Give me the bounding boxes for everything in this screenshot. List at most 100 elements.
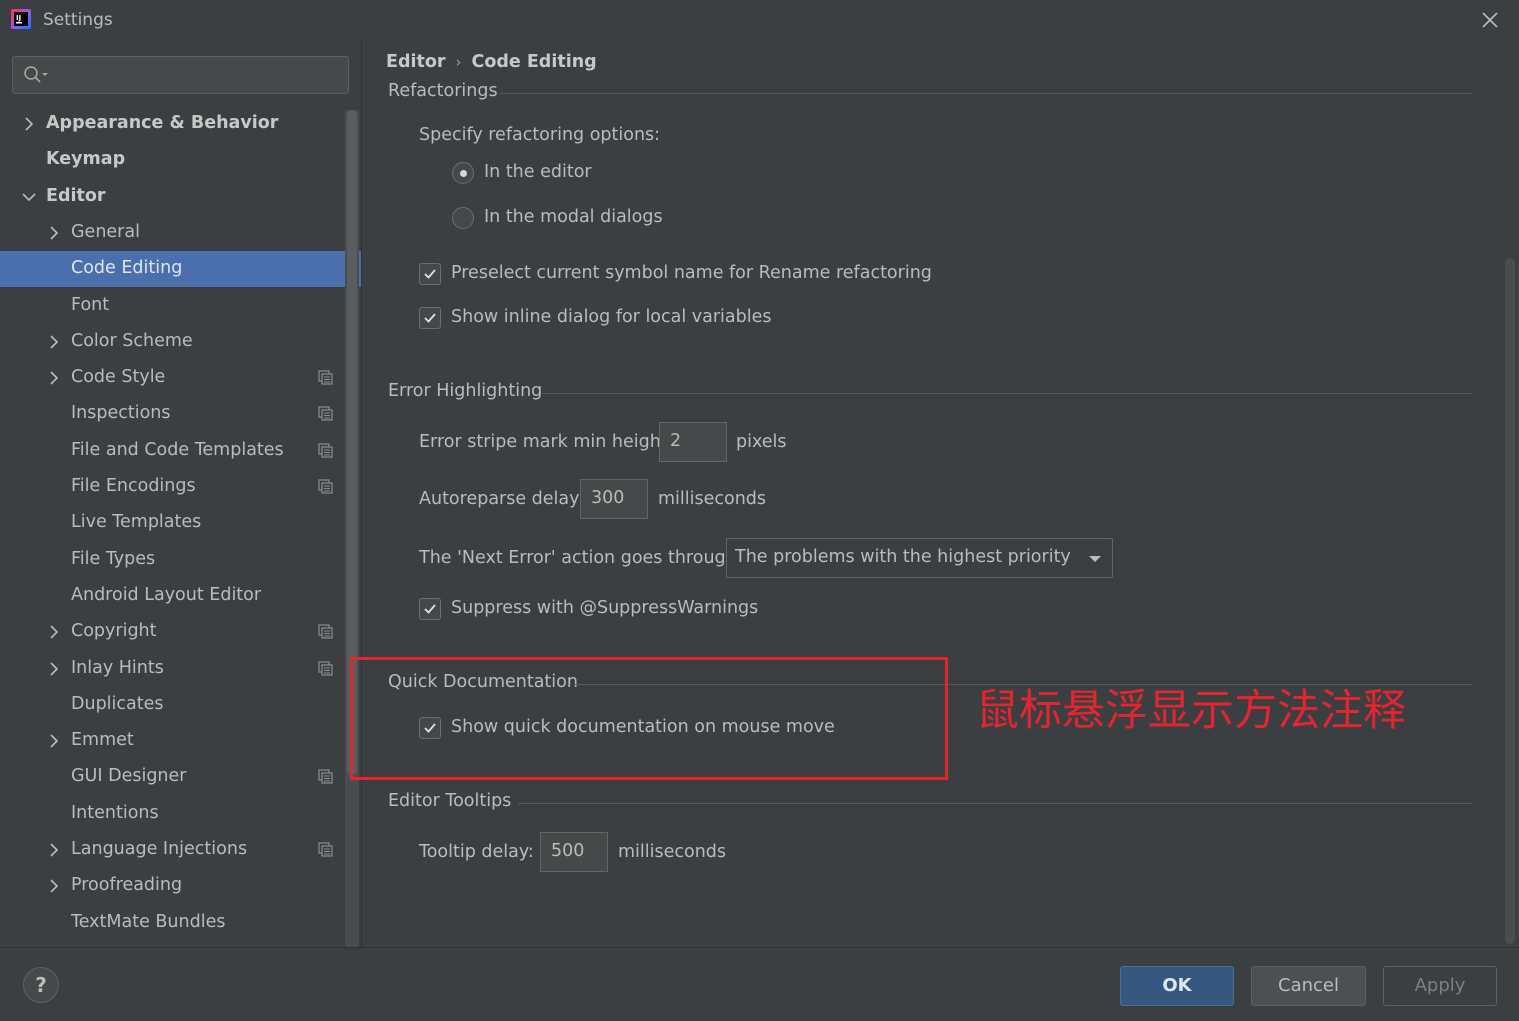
sidebar-item-proofreading[interactable]: Proofreading [0, 868, 361, 904]
sidebar-item-label: Copyright [71, 621, 157, 642]
chevron-right-icon[interactable] [47, 334, 61, 350]
sidebar-item-label: Intentions [71, 802, 159, 823]
sidebar-item-code-style[interactable]: Code Style [0, 360, 361, 396]
sidebar-item-label: Duplicates [71, 693, 164, 714]
project-level-icon [318, 479, 333, 494]
autoreparse-delay-input[interactable]: 300 [580, 479, 648, 519]
project-level-icon [318, 624, 333, 639]
search-input[interactable] [53, 61, 343, 89]
ok-button[interactable]: OK [1120, 966, 1234, 1006]
sidebar-item-label: Emmet [71, 730, 134, 751]
sidebar-item-color-scheme[interactable]: Color Scheme [0, 324, 361, 360]
content-scrollbar[interactable] [1505, 258, 1515, 944]
chevron-right-icon[interactable] [47, 624, 61, 640]
sidebar-item-editor[interactable]: Editor [0, 179, 361, 215]
checkbox-suppress-warnings-label[interactable]: Suppress with @SuppressWarnings [451, 598, 758, 618]
checkbox-inline-dialog[interactable] [419, 307, 441, 329]
sidebar-item-gui-designer[interactable]: GUI Designer [0, 759, 361, 795]
sidebar-item-language-injections[interactable]: Language Injections [0, 832, 361, 868]
sidebar-item-intentions[interactable]: Intentions [0, 796, 361, 832]
radio-in-editor[interactable] [452, 162, 474, 184]
section-title-refactorings: Refactorings [388, 81, 498, 101]
sidebar-item-file-types[interactable]: File Types [0, 542, 361, 578]
chevron-right-icon[interactable] [47, 661, 61, 677]
sidebar-item-label: Live Templates [71, 512, 202, 533]
cancel-button[interactable]: Cancel [1251, 966, 1366, 1006]
sidebar-item-label: General [71, 221, 140, 242]
annotation-highlight-box [350, 657, 948, 780]
tooltip-delay-input[interactable]: 500 [540, 832, 608, 872]
checkbox-preselect-symbol-label[interactable]: Preselect current symbol name for Rename… [451, 263, 932, 283]
close-icon[interactable] [1476, 6, 1504, 34]
sidebar-item-android-layout-editor[interactable]: Android Layout Editor [0, 578, 361, 614]
chevron-right-icon[interactable] [22, 116, 36, 132]
tooltip-delay-unit: milliseconds [618, 842, 727, 862]
search-icon[interactable] [23, 65, 49, 85]
chevron-right-icon[interactable] [47, 878, 61, 894]
chevron-right-icon[interactable] [47, 225, 61, 241]
checkbox-preselect-symbol[interactable] [419, 263, 441, 285]
svg-text:IJ: IJ [16, 14, 21, 22]
radio-in-editor-label[interactable]: In the editor [484, 162, 592, 182]
sidebar-item-duplicates[interactable]: Duplicates [0, 687, 361, 723]
chevron-right-icon[interactable] [47, 370, 61, 386]
sidebar-item-label: Editor [46, 185, 106, 206]
chevron-right-icon[interactable] [47, 842, 61, 858]
sidebar-item-inspections[interactable]: Inspections [0, 396, 361, 432]
sidebar-item-label: File Types [71, 548, 156, 569]
project-level-icon [318, 769, 333, 784]
breadcrumb-parent[interactable]: Editor [386, 52, 446, 72]
next-error-dropdown[interactable]: The problems with the highest priority [726, 538, 1113, 578]
sidebar-scrollbar[interactable] [345, 110, 359, 947]
check-icon [424, 313, 436, 323]
help-button[interactable]: ? [23, 967, 59, 1003]
section-divider [500, 93, 1472, 94]
sidebar-item-label: Code Editing [71, 258, 183, 279]
sidebar-item-label: Color Scheme [71, 330, 193, 351]
settings-sidebar: Appearance & Behavior Keymap Editor General… [0, 40, 361, 947]
sidebar-item-inlay-hints[interactable]: Inlay Hints [0, 651, 361, 687]
project-level-icon [318, 443, 333, 458]
sidebar-item-copyright[interactable]: Copyright [0, 614, 361, 650]
sidebar-item-file-and-code-templates[interactable]: File and Code Templates [0, 433, 361, 469]
checkbox-suppress-warnings[interactable] [419, 598, 441, 620]
sidebar-item-textmate-bundles[interactable]: TextMate Bundles [0, 905, 361, 941]
breadcrumb-separator: › [455, 53, 462, 71]
sidebar-item-label: Proofreading [71, 875, 183, 896]
chevron-down-icon [1089, 556, 1101, 562]
project-level-icon [318, 406, 333, 421]
search-box[interactable] [12, 56, 349, 94]
sidebar-item-font[interactable]: Font [0, 288, 361, 324]
sidebar-item-live-templates[interactable]: Live Templates [0, 505, 361, 541]
annotation-text: 鼠标悬浮显示方法注释 [976, 686, 1406, 736]
next-error-label: The 'Next Error' action goes through: [419, 548, 743, 568]
sidebar-item-general[interactable]: General [0, 215, 361, 251]
sidebar-item-label: File Encodings [71, 476, 196, 496]
sidebar-item-label: Inspections [71, 403, 171, 424]
sidebar-item-appearance-behavior[interactable]: Appearance & Behavior [0, 106, 361, 142]
next-error-selected: The problems with the highest priority [735, 547, 1071, 567]
settings-content: Editor › Code Editing Refactorings Specify… [362, 40, 1519, 947]
sidebar-item-label: Android Layout Editor [71, 584, 262, 605]
radio-modal-dialogs[interactable] [452, 207, 474, 229]
sidebar-item-label: Font [71, 294, 110, 315]
sidebar-item-file-encodings[interactable]: File Encodings [0, 469, 361, 505]
sidebar-item-label: Language Injections [71, 839, 248, 859]
tooltip-delay-label: Tooltip delay: [419, 842, 534, 862]
apply-button[interactable]: Apply [1383, 966, 1497, 1006]
error-stripe-height-input[interactable]: 2 [659, 422, 727, 462]
checkbox-inline-dialog-label[interactable]: Show inline dialog for local variables [451, 307, 772, 327]
dialog-footer: ? OK Cancel Apply [0, 947, 1519, 1021]
sidebar-item-code-editing[interactable]: Code Editing [0, 251, 361, 288]
chevron-down-icon[interactable] [22, 189, 36, 205]
sidebar-item-label: Appearance & Behavior [46, 113, 279, 133]
section-divider [518, 803, 1472, 804]
breadcrumb-current: Code Editing [471, 52, 597, 72]
radio-modal-dialogs-label[interactable]: In the modal dialogs [484, 207, 663, 227]
autoreparse-unit: milliseconds [658, 489, 767, 509]
sidebar-item-keymap[interactable]: Keymap [0, 142, 361, 178]
sidebar-item-label: Keymap [46, 149, 126, 170]
check-icon [424, 604, 436, 614]
chevron-right-icon[interactable] [47, 733, 61, 749]
sidebar-item-emmet[interactable]: Emmet [0, 723, 361, 759]
